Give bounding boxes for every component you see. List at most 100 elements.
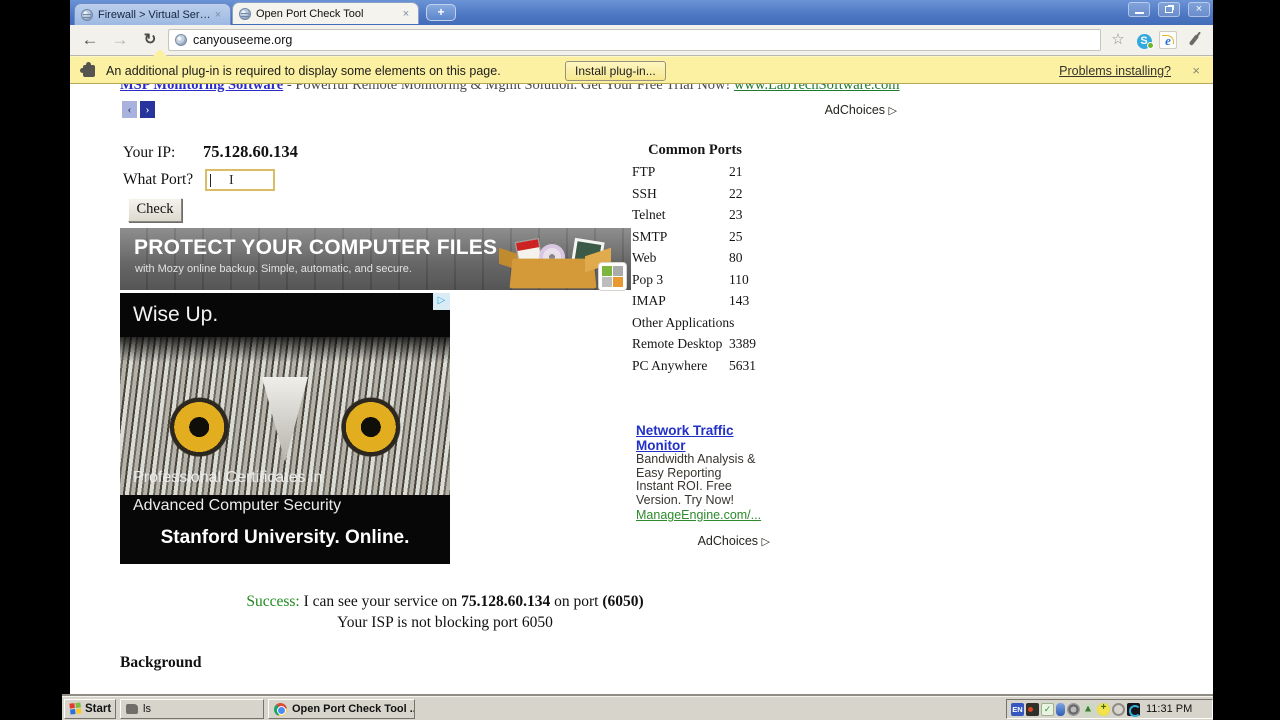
top-ad-link[interactable]: MSP Monitoring Software [120,84,283,93]
adchoices-arrow-icon: ▷ [888,105,897,117]
tab-title: Open Port Check Tool [256,7,364,20]
ad-carousel-controls: ‹ › [122,101,155,118]
forward-button[interactable]: → [108,29,132,51]
adchoices-label: AdChoices [697,534,759,548]
taskbar-item-ls[interactable]: ls [120,699,264,719]
table-row: Pop 3 110 [632,272,772,294]
adchoices-corner-icon[interactable]: ▷ [433,293,450,310]
globe-favicon [239,7,251,20]
infobar-notch [152,49,168,57]
adchoices-arrow-icon: ▷ [761,536,770,548]
top-ad-url-link[interactable]: www.LabTechSoftware.com [734,84,900,93]
browser-toolbar: ← → ↻ canyouseeme.org ☆ S e [70,25,1213,56]
port-number: 5631 [729,357,756,373]
port-name: SMTP [632,228,668,244]
plugin-infobar: An additional plug-in is required to dis… [70,49,1213,84]
mozy-banner-ad[interactable]: PROTECT YOUR COMPUTER FILES with Mozy on… [120,228,631,290]
carousel-next-button[interactable]: › [140,101,155,118]
port-input[interactable]: I [205,169,275,191]
port-number: 23 [729,207,743,222]
port-number: 80 [729,250,743,265]
system-tray: EN ✓ 11:31 PM [1006,699,1213,719]
start-button[interactable]: Start [64,699,116,719]
system-clock: 11:31 PM [1146,703,1193,715]
result-ip: 75.128.60.134 [461,593,551,610]
wrench-menu-icon[interactable] [1185,31,1203,49]
port-name: Pop 3 [632,271,664,287]
tab-close-icon[interactable]: × [212,9,224,21]
tab-firewall-virtual-servers[interactable]: Firewall > Virtual Servers × [74,3,231,25]
adchoices-link[interactable]: AdChoices ▷ [636,534,774,548]
ibeam-cursor: I [229,173,234,188]
table-row: Web 80 [632,250,772,272]
result-port: (6050) [602,593,644,610]
bookmark-star-icon[interactable]: ☆ [1109,31,1127,49]
port-number: 25 [729,228,743,244]
task-label: Open Port Check Tool ... [292,703,415,715]
table-row: Telnet 23 [632,207,772,229]
success-label: Success: [246,593,300,610]
restore-button[interactable] [1158,2,1180,17]
port-name: FTP [632,164,656,179]
table-row: FTP 21 [632,164,772,186]
ad-grid-badge-icon[interactable] [598,262,627,291]
netad-body-line: Bandwidth Analysis & [636,452,756,466]
port-name: Other Applications [632,314,735,330]
top-ad-text: - Powerful Remote Monitoring & Mgmt Solu… [283,84,734,93]
recorder-tray-icon[interactable] [1026,702,1039,716]
tab-open-port-check-tool[interactable]: Open Port Check Tool × [232,2,419,24]
carousel-prev-button[interactable]: ‹ [122,101,137,118]
top-ad-line: MSP Monitoring Software - Powerful Remot… [120,84,900,94]
status-ring-tray-icon[interactable] [1112,702,1125,716]
close-button[interactable]: × [1188,2,1210,17]
netad-url-link[interactable]: ManageEngine.com/... [636,508,774,522]
url-text: canyouseeme.org [193,33,293,47]
update-check-tray-icon[interactable]: ✓ [1041,702,1054,716]
port-name: PC Anywhere [632,357,708,373]
infobar-close-icon[interactable]: × [1192,63,1200,78]
back-button[interactable]: ← [78,29,102,51]
ie-extension-icon[interactable]: e [1159,31,1177,49]
minimize-button[interactable] [1128,2,1150,17]
antivirus-tray-icon[interactable] [1097,702,1110,716]
adchoices-label: AdChoices [824,103,886,117]
port-number: 3389 [729,336,756,351]
table-row: SSH 22 [632,186,772,208]
tab-close-icon[interactable]: × [400,8,412,20]
new-tab-button[interactable]: + [426,4,456,21]
graphics-tray-icon[interactable] [1127,702,1141,717]
usb-tray-icon[interactable] [1056,702,1065,716]
port-name: Telnet [632,207,666,222]
table-row: IMAP 143 [632,293,772,315]
background-heading: Background [120,654,202,671]
owl-ad-line1: Professional Certificates in [133,469,323,486]
your-ip-value: 75.128.60.134 [203,142,298,161]
adchoices-link[interactable]: AdChoices ▷ [750,103,897,117]
network-tray-icon[interactable] [1082,702,1095,716]
result-line2: Your ISP is not blocking port 6050 [337,614,553,631]
table-row: Other Applications [632,315,772,337]
netad-body-line: Easy Reporting [636,465,722,480]
chrome-icon [274,702,287,716]
port-number: 110 [729,271,749,287]
site-globe-icon [175,34,187,46]
volume-tray-icon[interactable] [1067,702,1080,716]
result-line1: Success: I can see your service on 75.12… [145,593,745,611]
app-icon [126,704,138,714]
stanford-owl-ad[interactable]: ▷ Wise Up. Professional Certificates in … [120,293,450,564]
result-text: I can see your service on [299,593,462,610]
netad-title-link[interactable]: Network Traffic Monitor [636,423,774,453]
install-plugin-button[interactable]: Install plug-in... [565,61,666,81]
address-bar[interactable]: canyouseeme.org [168,29,1101,51]
taskbar-item-open-port-check-tool[interactable]: Open Port Check Tool ... [268,699,415,719]
screen: Firewall > Virtual Servers × Open Port C… [0,0,1280,720]
language-indicator[interactable]: EN [1011,702,1024,716]
mozy-ad-title: PROTECT YOUR COMPUTER FILES [134,236,498,259]
owl-ad-headline: Wise Up. [133,303,219,326]
browser-window: Firewall > Virtual Servers × Open Port C… [70,0,1213,696]
problems-installing-link[interactable]: Problems installing? [1059,64,1171,78]
check-button[interactable]: Check [128,198,182,222]
skype-extension-icon[interactable]: S [1135,31,1154,49]
reload-button[interactable]: ↻ [138,29,162,51]
tab-strip: Firewall > Virtual Servers × Open Port C… [70,0,1213,25]
